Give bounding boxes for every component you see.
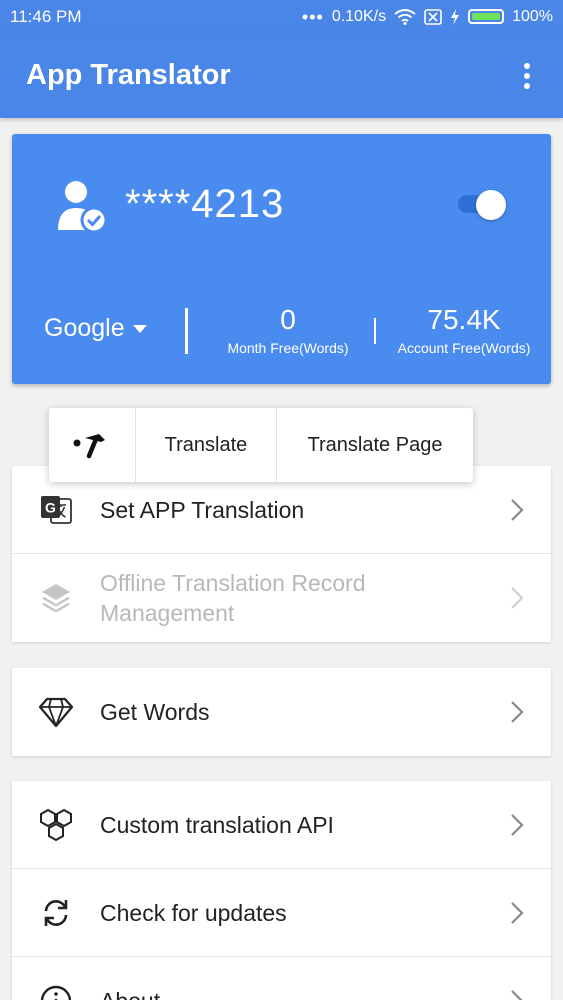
set-app-translation-label: Set APP Translation bbox=[100, 496, 305, 523]
charging-icon bbox=[451, 8, 460, 25]
refresh-icon bbox=[38, 895, 74, 931]
month-free-stat: 0 Month Free(Words) bbox=[208, 304, 368, 356]
app-bar: App Translator bbox=[0, 33, 563, 118]
custom-api-label: Custom translation API bbox=[100, 811, 334, 838]
get-words-label: Get Words bbox=[100, 699, 210, 725]
chevron-right-icon bbox=[511, 813, 524, 836]
app-title: App Translator bbox=[26, 59, 231, 91]
about-item[interactable]: About bbox=[12, 957, 551, 1000]
status-time: 11:46 PM bbox=[10, 6, 82, 26]
layers-icon bbox=[38, 580, 74, 616]
wifi-icon bbox=[394, 8, 416, 25]
check-updates-item[interactable]: Check for updates bbox=[12, 869, 551, 957]
verified-user-icon bbox=[58, 181, 108, 234]
popup-translate-page-button[interactable]: Translate Page bbox=[277, 408, 473, 482]
battery-level: 100% bbox=[512, 7, 553, 25]
cubes-icon bbox=[38, 807, 74, 843]
popup-translate-button[interactable]: Translate bbox=[136, 408, 277, 482]
sim-off-icon bbox=[424, 8, 442, 25]
engine-label: Google bbox=[44, 314, 125, 342]
words-card: Get Words bbox=[12, 668, 551, 756]
network-speed: 0.10K/s bbox=[331, 7, 387, 25]
more-icon: ••• bbox=[301, 6, 324, 27]
info-icon bbox=[38, 983, 74, 1000]
engine-dropdown[interactable]: Google bbox=[44, 314, 147, 343]
hammer-icon bbox=[73, 434, 105, 459]
offline-record-label: Offline Translation Record Management bbox=[100, 570, 366, 626]
settings-card: Custom translation API Check for updates… bbox=[12, 781, 551, 1000]
chevron-right-icon bbox=[511, 901, 524, 924]
hammer-button[interactable] bbox=[49, 408, 136, 482]
check-updates-label: Check for updates bbox=[100, 899, 287, 926]
battery-icon bbox=[468, 9, 505, 24]
translate-popup: Translate Translate Page bbox=[49, 408, 473, 482]
account-free-stat: 75.4K Account Free(Words) bbox=[384, 304, 544, 356]
google-translate-icon: G bbox=[38, 492, 74, 528]
month-free-value: 0 bbox=[280, 304, 296, 335]
month-free-label: Month Free(Words) bbox=[227, 340, 349, 356]
account-id: ****4213 bbox=[125, 182, 285, 226]
account-card: ****4213 Google 0 Month Free(Words) 75.4… bbox=[12, 134, 551, 384]
chevron-right-icon bbox=[511, 990, 523, 1000]
svg-text:G: G bbox=[45, 499, 56, 515]
chevron-right-icon bbox=[511, 498, 524, 521]
get-words-item[interactable]: Get Words bbox=[12, 668, 551, 756]
divider bbox=[374, 318, 376, 344]
offline-record-item[interactable]: Offline Translation Record Management bbox=[12, 554, 551, 642]
overflow-menu-icon[interactable] bbox=[517, 60, 537, 92]
status-bar: 11:46 PM ••• 0.10K/s 100% bbox=[0, 0, 563, 33]
translation-card: G Set APP Translation Offline Translatio… bbox=[12, 466, 551, 642]
about-label: About bbox=[100, 986, 160, 1000]
account-toggle[interactable] bbox=[458, 190, 508, 220]
diamond-icon bbox=[38, 694, 74, 730]
account-free-value: 75.4K bbox=[427, 304, 501, 335]
custom-api-item[interactable]: Custom translation API bbox=[12, 781, 551, 869]
account-free-label: Account Free(Words) bbox=[397, 340, 531, 356]
caret-down-icon bbox=[132, 324, 147, 333]
divider bbox=[185, 308, 188, 354]
chevron-right-icon bbox=[511, 587, 524, 609]
chevron-right-icon bbox=[511, 701, 524, 723]
